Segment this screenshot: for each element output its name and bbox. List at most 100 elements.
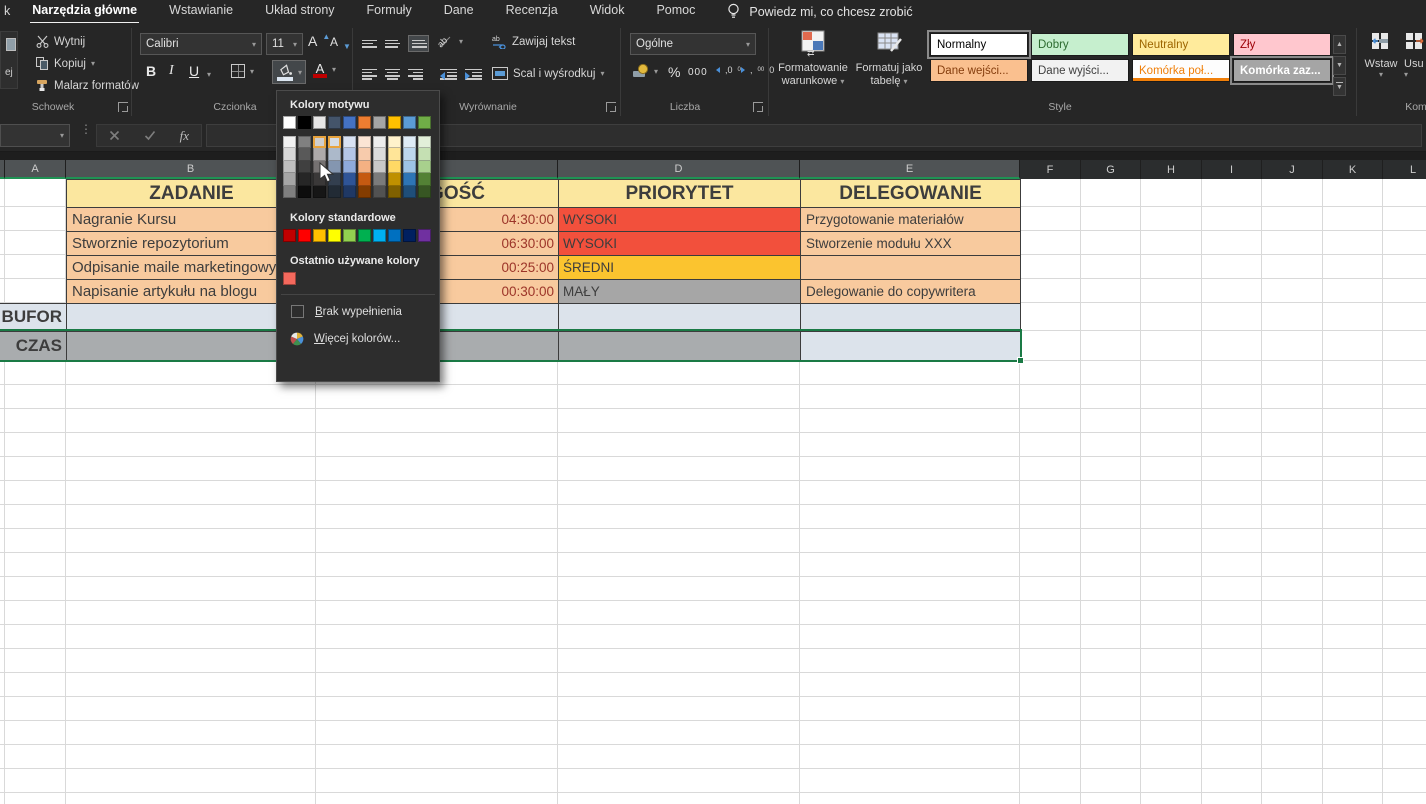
align-middle-button[interactable] xyxy=(385,38,400,49)
cell-style-8[interactable]: Komórka zaz... xyxy=(1233,59,1331,82)
theme-tint-swatch[interactable] xyxy=(403,136,416,148)
delegation-cell[interactable] xyxy=(800,255,1021,280)
align-right-button[interactable] xyxy=(408,67,423,81)
column-header-K[interactable]: K xyxy=(1323,160,1383,179)
theme-tint-swatch[interactable] xyxy=(343,186,356,198)
column-header-D[interactable]: D xyxy=(558,160,800,179)
fill-color-button[interactable]: ▾ xyxy=(272,60,306,84)
theme-color-swatch[interactable] xyxy=(403,116,416,129)
underline-dropdown[interactable]: ▾ xyxy=(207,70,211,79)
decrease-decimal-button[interactable]: ,000 xyxy=(741,65,774,75)
theme-color-swatch[interactable] xyxy=(343,116,356,129)
cancel-entry-icon[interactable] xyxy=(109,130,120,141)
cell-style-5[interactable]: Dane wejści... xyxy=(930,59,1028,82)
theme-tint-swatch[interactable] xyxy=(343,136,356,148)
ribbon-tab[interactable]: Narzędzia główne xyxy=(30,0,139,24)
tell-me[interactable]: Powiedz mi, co chcesz zrobić xyxy=(727,3,912,20)
theme-tint-swatch[interactable] xyxy=(373,186,386,198)
theme-tint-swatch[interactable] xyxy=(283,136,296,148)
align-top-button[interactable] xyxy=(362,38,377,49)
insert-cells-button[interactable]: Wstaw ▾ xyxy=(1364,31,1398,79)
cell-style-3[interactable]: Neutralny xyxy=(1132,33,1230,56)
theme-color-swatch[interactable] xyxy=(358,116,371,129)
theme-tint-swatch[interactable] xyxy=(358,161,371,173)
formula-bar-handle[interactable]: ⋮ xyxy=(80,126,92,132)
theme-tint-swatch[interactable] xyxy=(418,173,431,185)
underline-button[interactable]: U xyxy=(189,63,199,79)
accounting-format-button[interactable]: ▾ xyxy=(632,63,658,79)
column-header-G[interactable]: G xyxy=(1081,160,1141,179)
theme-tint-swatch[interactable] xyxy=(403,186,416,198)
gallery-scroll-down[interactable]: ▼ xyxy=(1333,56,1346,75)
priority-cell[interactable]: WYSOKI xyxy=(558,231,801,256)
summary-row-bufor-e[interactable] xyxy=(800,303,1021,332)
standard-color-swatch[interactable] xyxy=(388,229,401,242)
comma-style-button[interactable]: 000 xyxy=(688,67,708,78)
theme-tint-swatch[interactable] xyxy=(298,136,311,148)
theme-color-swatch[interactable] xyxy=(388,116,401,129)
theme-color-swatch[interactable] xyxy=(283,116,296,129)
theme-tint-swatch[interactable] xyxy=(388,186,401,198)
theme-color-swatch[interactable] xyxy=(373,116,386,129)
standard-color-swatch[interactable] xyxy=(283,229,296,242)
theme-tint-swatch[interactable] xyxy=(418,136,431,148)
summary-row-czas-e[interactable] xyxy=(800,331,1021,362)
theme-tint-swatch[interactable] xyxy=(298,186,311,198)
standard-color-swatch[interactable] xyxy=(403,229,416,242)
standard-color-swatch[interactable] xyxy=(313,229,326,242)
bold-button[interactable]: B xyxy=(146,63,156,79)
fill-handle[interactable] xyxy=(1017,357,1024,364)
conditional-formatting-button[interactable]: ⇄ Formatowaniewarunkowe ▾ xyxy=(776,29,850,88)
theme-tint-swatch[interactable] xyxy=(298,161,311,173)
standard-color-swatch[interactable] xyxy=(373,229,386,242)
ribbon-tab[interactable]: Wstawianie xyxy=(167,0,235,24)
theme-tint-swatch[interactable] xyxy=(403,161,416,173)
cell-style-1[interactable]: Normalny xyxy=(930,33,1028,56)
cell-style-6[interactable]: Dane wyjści... xyxy=(1031,59,1129,82)
shrink-font-button[interactable]: A▼ xyxy=(330,35,351,49)
theme-tint-swatch[interactable] xyxy=(313,186,326,198)
theme-tint-swatch[interactable] xyxy=(388,173,401,185)
standard-color-swatch[interactable] xyxy=(418,229,431,242)
standard-color-swatch[interactable] xyxy=(328,229,341,242)
header-cell-delegowanie[interactable]: DELEGOWANIE xyxy=(800,179,1021,208)
theme-tint-swatch[interactable] xyxy=(388,148,401,160)
align-left-button[interactable] xyxy=(362,67,377,81)
ribbon-tab[interactable]: Pomoc xyxy=(654,0,697,24)
theme-tint-swatch[interactable] xyxy=(328,148,341,160)
grow-font-button[interactable]: A▲ xyxy=(308,33,330,49)
column-header-H[interactable]: H xyxy=(1141,160,1202,179)
theme-color-swatch[interactable] xyxy=(298,116,311,129)
orientation-button[interactable]: ab ▾ xyxy=(437,33,463,50)
delegation-cell[interactable]: Delegowanie do copywritera xyxy=(800,279,1021,304)
theme-tint-swatch[interactable] xyxy=(343,173,356,185)
column-header-L[interactable]: L xyxy=(1383,160,1426,179)
align-center-button[interactable] xyxy=(385,67,400,81)
standard-color-swatch[interactable] xyxy=(298,229,311,242)
format-painter-button[interactable]: Malarz formatów xyxy=(36,79,139,92)
theme-tint-swatch[interactable] xyxy=(313,136,326,148)
tab-plik-fragment[interactable]: k xyxy=(2,0,12,23)
standard-color-swatch[interactable] xyxy=(358,229,371,242)
font-family-select[interactable]: Calibri▾ xyxy=(140,33,262,55)
no-fill-item[interactable]: Brak wypełnienia xyxy=(290,302,439,322)
theme-tint-swatch[interactable] xyxy=(388,136,401,148)
delegation-cell[interactable]: Stworzenie modułu XXX xyxy=(800,231,1021,256)
ribbon-tab[interactable]: Układ strony xyxy=(263,0,336,24)
column-header-I[interactable]: I xyxy=(1202,160,1262,179)
theme-tint-swatch[interactable] xyxy=(298,148,311,160)
priority-cell[interactable]: ŚREDNI xyxy=(558,255,801,280)
borders-button[interactable]: ▾ xyxy=(231,64,254,78)
italic-button[interactable]: I xyxy=(169,63,174,79)
recent-color-swatch[interactable] xyxy=(283,272,296,285)
column-header-E[interactable]: E xyxy=(800,160,1020,179)
column-header-F[interactable]: F xyxy=(1020,160,1081,179)
copy-button[interactable]: Kopiuj ▾ xyxy=(36,57,95,70)
standard-color-swatch[interactable] xyxy=(343,229,356,242)
fill-color-dropdown[interactable]: ▾ xyxy=(298,68,302,77)
ribbon-tab[interactable]: Dane xyxy=(442,0,476,24)
cell-style-4[interactable]: Zły xyxy=(1233,33,1331,56)
theme-tint-swatch[interactable] xyxy=(403,148,416,160)
theme-tint-swatch[interactable] xyxy=(418,161,431,173)
font-color-button[interactable]: A ▾ xyxy=(313,61,336,78)
